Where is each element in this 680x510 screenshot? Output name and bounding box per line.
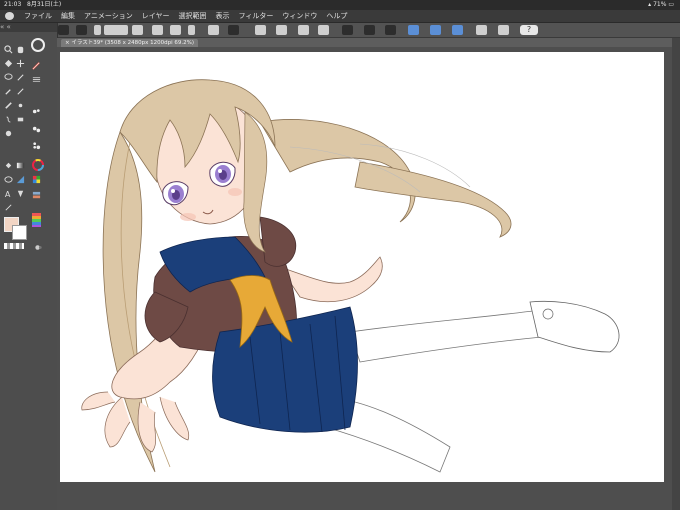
decoration-icon[interactable] <box>4 129 13 138</box>
menu-selection[interactable]: 選択範囲 <box>179 10 207 22</box>
brush-snap-icon[interactable] <box>452 25 463 35</box>
move-layer-icon[interactable] <box>4 59 13 68</box>
layer-icon[interactable] <box>364 25 375 35</box>
color-set-icon[interactable] <box>32 175 41 184</box>
menu-items: ファイル 編集 アニメーション レイヤー 選択範囲 表示 フィルター ウィンドウ… <box>24 10 347 22</box>
fill-tool-icon[interactable] <box>4 161 13 170</box>
fill-icon[interactable] <box>298 25 309 35</box>
redo-icon[interactable] <box>228 25 239 35</box>
battery-percent: 71% <box>653 1 667 8</box>
open-file-icon[interactable] <box>152 25 163 35</box>
brush-tool-icon[interactable] <box>4 101 13 110</box>
balloon-tool-icon[interactable] <box>16 189 25 198</box>
drawing-canvas[interactable] <box>60 52 664 482</box>
ruler-icon[interactable] <box>408 25 419 35</box>
transform-icon[interactable] <box>255 25 266 35</box>
airbrush-icon[interactable] <box>16 101 25 110</box>
zoom-icon[interactable] <box>4 45 13 54</box>
swap-color-icon[interactable] <box>34 243 43 252</box>
artwork <box>81 79 620 473</box>
hand-icon[interactable] <box>16 45 25 54</box>
menu-animation[interactable]: アニメーション <box>84 10 133 22</box>
menu-view[interactable]: 表示 <box>216 10 230 22</box>
cursor-icon[interactable] <box>476 25 487 35</box>
sub-color-swatch[interactable] <box>12 225 27 240</box>
status-bar: 21:03 8月31日(土) ▴ 71% ▭ <box>0 0 680 10</box>
status-date: 8月31日(土) <box>27 1 62 8</box>
brush-size-icon[interactable] <box>32 75 41 84</box>
pen-tool-icon[interactable] <box>16 87 25 96</box>
wifi-icon: ▴ <box>648 1 652 8</box>
clear-icon[interactable] <box>276 25 287 35</box>
move-icon[interactable] <box>16 59 25 68</box>
menu-bar: ファイル 編集 アニメーション レイヤー 選択範囲 表示 フィルター ウィンドウ… <box>0 10 680 23</box>
help-icon[interactable]: ? <box>520 25 538 35</box>
layer-palette-icon[interactable] <box>32 191 41 200</box>
status-right: ▴ 71% ▭ <box>648 0 674 10</box>
battery-icon: ▭ <box>668 1 674 8</box>
mask-icon[interactable] <box>385 25 396 35</box>
text-tool-icon[interactable]: A <box>4 189 13 198</box>
menu-file[interactable]: ファイル <box>24 10 52 22</box>
blend-tool-icon[interactable] <box>4 115 13 124</box>
navigator-wheel-icon[interactable] <box>30 37 46 53</box>
arrows-icon[interactable] <box>188 25 195 35</box>
lasso-icon[interactable] <box>4 73 13 82</box>
expand-icon[interactable] <box>76 25 87 35</box>
status-time: 21:03 8月31日(土) <box>4 0 61 10</box>
command-bar: ? <box>0 23 680 38</box>
color-history-icon[interactable] <box>32 213 41 227</box>
menu-layer[interactable]: レイヤー <box>142 10 170 22</box>
pen-icon[interactable] <box>342 25 353 35</box>
crop-icon[interactable] <box>318 25 329 35</box>
color-wheel-icon[interactable] <box>32 159 44 171</box>
brush-preset-3-icon[interactable] <box>32 141 41 150</box>
snap-icon[interactable] <box>430 25 441 35</box>
document-tab[interactable]: × イラスト39* (3508 x 2480px 1200dpi 69.2%) <box>61 39 199 47</box>
menu-help[interactable]: ヘルプ <box>326 10 347 22</box>
figure-tool-icon[interactable] <box>4 175 13 184</box>
pencil-tool-icon[interactable] <box>32 61 41 70</box>
status-time-text: 21:03 <box>4 1 22 8</box>
save-icon[interactable] <box>170 25 181 35</box>
menu-edit[interactable]: 編集 <box>61 10 75 22</box>
grid-icon[interactable] <box>58 25 69 35</box>
scroll-arrows-icon[interactable] <box>94 25 101 35</box>
brush-preset-1-icon[interactable] <box>32 107 41 116</box>
magic-wand-icon[interactable] <box>16 73 25 82</box>
eraser-tool-icon[interactable] <box>16 115 25 124</box>
gradient-tool-icon[interactable] <box>16 161 25 170</box>
correct-line-icon[interactable] <box>4 203 13 212</box>
panel-collapse[interactable]: « « <box>0 23 57 32</box>
navigator-icon[interactable] <box>104 25 128 35</box>
right-edge-bar <box>672 38 680 510</box>
svg-text:A: A <box>5 189 11 198</box>
document-tab-bar: × イラスト39* (3508 x 2480px 1200dpi 69.2%) <box>57 38 680 47</box>
brush-preset-2-icon[interactable] <box>32 125 41 134</box>
menu-window[interactable]: ウィンドウ <box>282 10 317 22</box>
tool-panel: « « A <box>0 23 58 510</box>
ruler-tool-icon[interactable] <box>16 175 25 184</box>
eyedropper-tool-icon[interactable] <box>4 87 13 96</box>
undo-icon[interactable] <box>208 25 219 35</box>
clip-studio-logo-icon[interactable] <box>5 12 14 20</box>
menu-filter[interactable]: フィルター <box>239 10 274 22</box>
transparent-color-swatch[interactable] <box>4 243 24 249</box>
eyedropper-icon[interactable] <box>498 25 509 35</box>
new-file-icon[interactable] <box>132 25 143 35</box>
